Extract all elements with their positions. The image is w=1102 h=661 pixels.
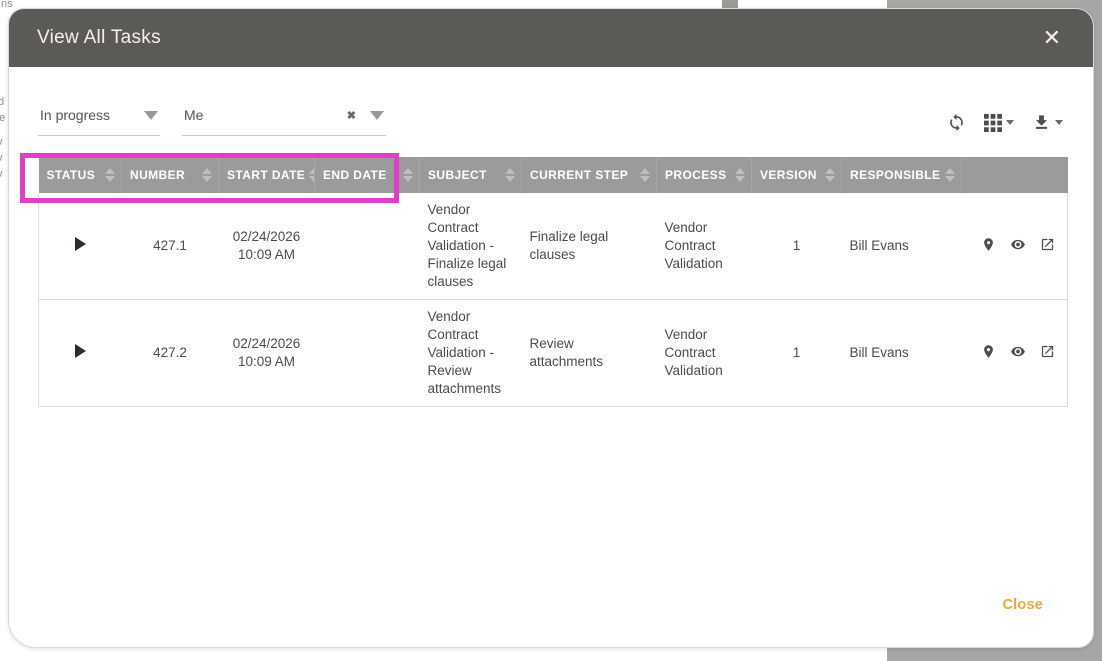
- cell-current-step: Review attachments: [522, 300, 657, 407]
- cell-responsible: Bill Evans: [842, 300, 962, 407]
- column-header-current-step[interactable]: CURRENT STEP: [522, 157, 657, 193]
- chevron-down-icon: [144, 111, 158, 120]
- cell-responsible: Bill Evans: [842, 193, 962, 300]
- location-pin-icon[interactable]: [981, 343, 996, 363]
- cell-subject: Vendor Contract Validation - Review atta…: [420, 300, 522, 407]
- view-all-tasks-modal: View All Tasks ✕ In progress Me ✖: [8, 8, 1094, 648]
- column-header-number[interactable]: NUMBER: [122, 157, 219, 193]
- location-pin-icon[interactable]: [981, 236, 996, 256]
- cell-end-date: [315, 300, 420, 407]
- column-label: CURRENT STEP: [530, 168, 628, 182]
- filters: In progress Me ✖: [38, 103, 386, 136]
- column-header-subject[interactable]: SUBJECT: [420, 157, 522, 193]
- chevron-down-icon: [370, 111, 384, 120]
- background-artifact: [722, 0, 738, 8]
- cell-number: 427.2: [122, 300, 219, 407]
- grid-columns-icon: [984, 114, 1002, 132]
- background-text-fragment: d: [0, 96, 4, 109]
- assignee-filter-value: Me: [184, 107, 347, 123]
- modal-footer: Close: [38, 597, 1065, 647]
- column-label: STATUS: [47, 168, 96, 182]
- column-header-process[interactable]: PROCESS: [657, 157, 752, 193]
- background-text-fragment: ns: [1, 0, 13, 11]
- sort-icon: [735, 168, 745, 182]
- assignee-filter-select[interactable]: Me ✖: [182, 103, 386, 136]
- column-chooser-button[interactable]: [982, 112, 1016, 134]
- cell-version: 1: [752, 300, 842, 407]
- refresh-button[interactable]: [945, 111, 968, 134]
- column-header-version[interactable]: VERSION: [752, 157, 842, 193]
- close-button[interactable]: Close: [1003, 597, 1044, 613]
- cell-process: Vendor Contract Validation: [657, 300, 752, 407]
- sort-icon: [825, 168, 835, 182]
- column-label: NUMBER: [130, 168, 185, 182]
- row-actions: [970, 343, 1060, 363]
- eye-view-icon[interactable]: [1009, 344, 1027, 362]
- sort-icon: [640, 168, 650, 182]
- close-icon[interactable]: ✕: [1041, 27, 1063, 49]
- modal-body: In progress Me ✖: [9, 67, 1093, 647]
- column-label: RESPONSIBLE: [850, 168, 940, 182]
- modal-header: View All Tasks ✕: [9, 9, 1093, 67]
- column-header-status[interactable]: STATUS: [39, 157, 122, 193]
- modal-title: View All Tasks: [37, 27, 161, 49]
- cell-start-date: 02/24/2026 10:09 AM: [219, 193, 315, 300]
- cell-number: 427.1: [122, 193, 219, 300]
- sort-icon: [202, 168, 212, 182]
- row-actions: [970, 236, 1060, 256]
- expand-play-icon[interactable]: [75, 237, 86, 251]
- clear-filter-icon[interactable]: ✖: [347, 109, 356, 122]
- column-label: END DATE: [323, 168, 387, 182]
- cell-current-step: Finalize legal clauses: [522, 193, 657, 300]
- column-label: START DATE: [227, 168, 305, 182]
- sort-icon: [309, 168, 314, 182]
- background-text-fragment: v: [0, 168, 3, 181]
- sort-icon: [945, 168, 955, 182]
- column-label: SUBJECT: [428, 168, 487, 182]
- cell-version: 1: [752, 193, 842, 300]
- column-label: VERSION: [760, 168, 817, 182]
- open-external-icon[interactable]: [1040, 237, 1055, 255]
- background-text-fragment: 'e: [0, 112, 5, 125]
- status-filter-value: In progress: [40, 107, 138, 123]
- sort-icon: [105, 168, 115, 182]
- eye-view-icon[interactable]: [1009, 237, 1027, 255]
- table-toolbar: [945, 111, 1065, 134]
- column-header-start-date[interactable]: START DATE: [219, 157, 315, 193]
- cell-end-date: [315, 193, 420, 300]
- refresh-icon: [947, 113, 966, 132]
- filter-toolbar-row: In progress Me ✖: [38, 103, 1065, 151]
- table-header: STATUS NUMBER START DATE END DATE SUBJEC…: [39, 157, 1068, 193]
- cell-subject: Vendor Contract Validation - Finalize le…: [420, 193, 522, 300]
- table-row: 427.2 02/24/2026 10:09 AM Vendor Contrac…: [39, 300, 1068, 407]
- expand-play-icon[interactable]: [75, 344, 86, 358]
- status-filter-select[interactable]: In progress: [38, 103, 160, 136]
- sort-icon: [505, 168, 515, 182]
- background-text-fragment: v: [0, 152, 3, 165]
- cell-start-date: 02/24/2026 10:09 AM: [219, 300, 315, 407]
- column-header-responsible[interactable]: RESPONSIBLE: [842, 157, 962, 193]
- open-external-icon[interactable]: [1040, 344, 1055, 362]
- column-header-actions: [962, 157, 1068, 193]
- background-text-fragment: v: [0, 136, 3, 149]
- export-download-button[interactable]: [1030, 111, 1065, 134]
- column-label: PROCESS: [665, 168, 726, 182]
- sort-icon: [403, 168, 413, 182]
- chevron-down-icon: [1006, 120, 1014, 125]
- download-icon: [1032, 113, 1051, 132]
- cell-process: Vendor Contract Validation: [657, 193, 752, 300]
- column-header-end-date[interactable]: END DATE: [315, 157, 420, 193]
- table-row: 427.1 02/24/2026 10:09 AM Vendor Contrac…: [39, 193, 1068, 300]
- chevron-down-icon: [1055, 120, 1063, 125]
- tasks-table: STATUS NUMBER START DATE END DATE SUBJEC…: [38, 157, 1068, 407]
